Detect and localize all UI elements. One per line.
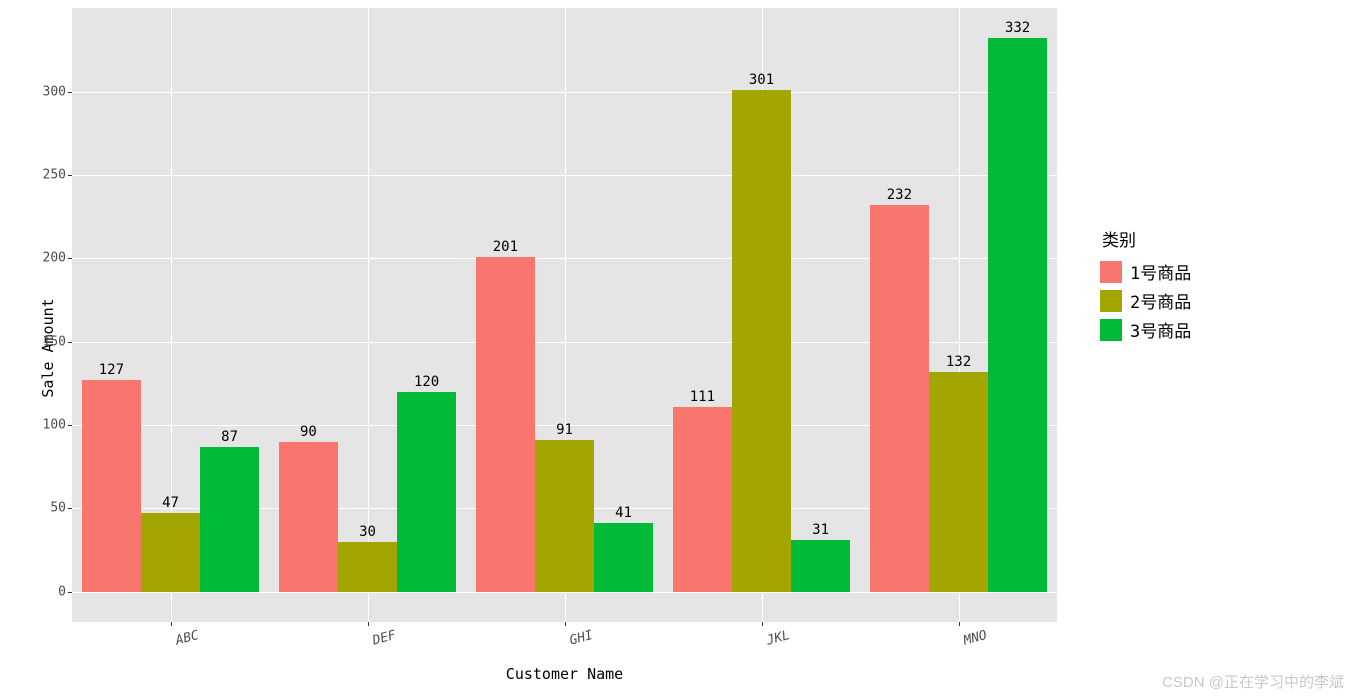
x-tick-label: JKL bbox=[765, 628, 792, 649]
bar bbox=[870, 205, 929, 592]
legend-swatch bbox=[1100, 319, 1122, 341]
y-tick-label: 0 bbox=[58, 584, 66, 599]
legend-item: 3号商品 bbox=[1100, 315, 1191, 344]
y-tick-label: 150 bbox=[43, 334, 66, 349]
bar-value-label: 111 bbox=[690, 389, 715, 405]
y-tick-label: 300 bbox=[43, 84, 66, 99]
bar bbox=[200, 447, 259, 592]
bar-value-label: 201 bbox=[493, 239, 518, 255]
bar bbox=[673, 407, 732, 592]
bar-value-label: 47 bbox=[162, 495, 179, 511]
bar bbox=[476, 257, 535, 592]
bar bbox=[535, 440, 594, 592]
bar-value-label: 91 bbox=[556, 422, 573, 438]
bar-value-label: 301 bbox=[749, 72, 774, 88]
bar-value-label: 120 bbox=[414, 374, 439, 390]
legend-label: 1号商品 bbox=[1130, 259, 1191, 284]
x-tick-label: MNO bbox=[962, 628, 989, 649]
bar bbox=[397, 392, 456, 592]
y-tick-label: 250 bbox=[43, 168, 66, 183]
legend-label: 3号商品 bbox=[1130, 317, 1191, 342]
bar-value-label: 30 bbox=[359, 524, 376, 540]
x-tick-label: DEF bbox=[371, 628, 398, 649]
bar-value-label: 90 bbox=[300, 424, 317, 440]
bar-value-label: 31 bbox=[812, 522, 829, 538]
legend-item: 2号商品 bbox=[1100, 286, 1191, 315]
watermark: CSDN @正在学习中的李斌 bbox=[1162, 671, 1344, 692]
legend-swatch bbox=[1100, 261, 1122, 283]
plot-panel: 127 47 87 90 30 120 201 91 41 111 301 31 232 132 332 bbox=[72, 8, 1057, 622]
bar-value-label: 232 bbox=[887, 187, 912, 203]
y-tick-label: 50 bbox=[50, 501, 66, 516]
legend-title: 类别 bbox=[1100, 226, 1191, 251]
y-tick-label: 100 bbox=[43, 417, 66, 432]
bar bbox=[929, 372, 988, 592]
bar bbox=[791, 540, 850, 592]
bar-value-label: 332 bbox=[1005, 20, 1030, 36]
bar bbox=[338, 542, 397, 592]
bar-value-label: 132 bbox=[946, 354, 971, 370]
legend-label: 2号商品 bbox=[1130, 288, 1191, 313]
bar bbox=[279, 442, 338, 592]
x-tick-label: ABC bbox=[174, 628, 201, 649]
x-tick-label: GHI bbox=[568, 628, 595, 649]
legend-swatch bbox=[1100, 290, 1122, 312]
bar-value-label: 41 bbox=[615, 505, 632, 521]
bar bbox=[82, 380, 141, 592]
bar bbox=[594, 523, 653, 591]
bar-value-label: 127 bbox=[99, 362, 124, 378]
legend-item: 1号商品 bbox=[1100, 257, 1191, 286]
y-tick-label: 200 bbox=[43, 251, 66, 266]
bar bbox=[988, 38, 1047, 591]
bar bbox=[141, 513, 200, 591]
x-axis-label: Customer Name bbox=[72, 665, 1057, 683]
bar bbox=[732, 90, 791, 592]
bar-value-label: 87 bbox=[221, 429, 238, 445]
legend: 类别 1号商品 2号商品 3号商品 bbox=[1090, 220, 1205, 356]
